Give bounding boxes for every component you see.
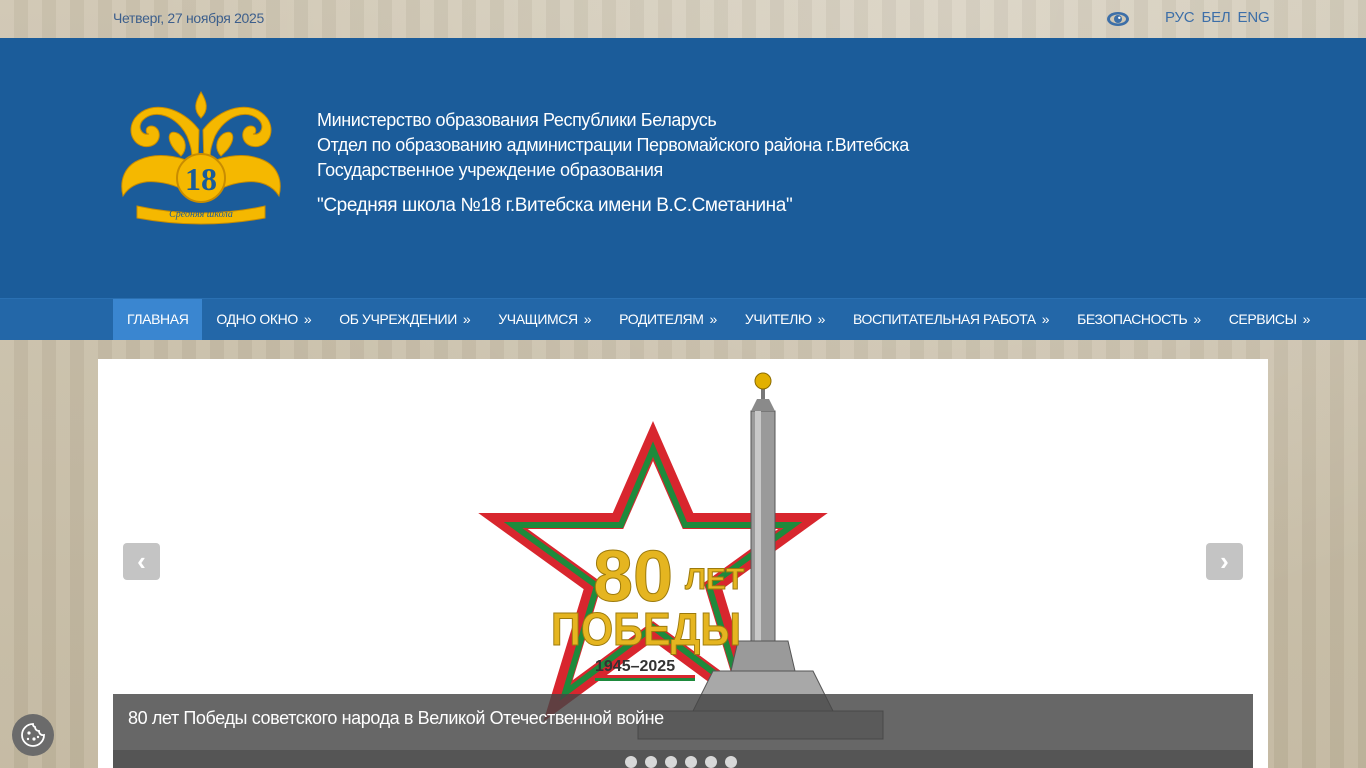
- slider-dot[interactable]: [625, 756, 637, 768]
- chevron-right-icon: »: [817, 311, 826, 327]
- slider-next-button[interactable]: ›: [1206, 543, 1243, 580]
- nav-label: УЧАЩИМСЯ: [498, 311, 578, 327]
- slider-pagination: [113, 750, 1253, 768]
- slide-caption-text: 80 лет Победы советского народа в Велико…: [128, 708, 664, 728]
- chevron-right-icon: »: [709, 311, 718, 327]
- lang-en-link[interactable]: ENG: [1238, 9, 1270, 26]
- nav-label: ОБ УЧРЕЖДЕНИИ: [339, 311, 457, 327]
- institution-type-title: Государственное учреждение образования: [317, 160, 663, 180]
- language-switcher: РУС БЕЛ ENG: [1165, 9, 1270, 26]
- site-header: 18 Средняя школа Министерство образовани…: [0, 38, 1366, 298]
- slide-word: ПОБЕДЫ: [551, 603, 741, 655]
- nav-item-one-window[interactable]: ОДНО ОКНО »: [202, 299, 325, 340]
- chevron-right-icon: ›: [1220, 546, 1229, 576]
- slider-dot[interactable]: [665, 756, 677, 768]
- slider-dot[interactable]: [685, 756, 697, 768]
- nav-label: БЕЗОПАСНОСТЬ: [1077, 311, 1188, 327]
- nav-label: РОДИТЕЛЯМ: [619, 311, 704, 327]
- nav-item-students[interactable]: УЧАЩИМСЯ »: [484, 299, 605, 340]
- lang-be-link[interactable]: БЕЛ: [1201, 9, 1230, 26]
- nav-item-teachers[interactable]: УЧИТЕЛЮ »: [731, 299, 839, 340]
- school-logo[interactable]: 18 Средняя школа: [117, 90, 285, 226]
- slide-years: 1945–2025: [595, 658, 675, 675]
- chevron-right-icon: »: [462, 311, 471, 327]
- nav-item-services[interactable]: СЕРВИСЫ »: [1215, 299, 1324, 340]
- nav-item-about[interactable]: ОБ УЧРЕЖДЕНИИ »: [325, 299, 484, 340]
- slide-caption[interactable]: 80 лет Победы советского народа в Велико…: [113, 694, 1253, 750]
- chevron-right-icon: »: [303, 311, 312, 327]
- main-navigation: ГЛАВНАЯ ОДНО ОКНО » ОБ УЧРЕЖДЕНИИ » УЧАЩИМ…: [0, 298, 1366, 340]
- news-slider: 80 ЛЕТ ПОБЕДЫ 1945–2025 ‹ › 80 лет Побед…: [98, 359, 1268, 768]
- nav-label: ГЛАВНАЯ: [127, 311, 189, 327]
- cookie-icon: [21, 723, 45, 747]
- eye-icon[interactable]: [1106, 9, 1130, 29]
- chevron-right-icon: »: [1193, 311, 1201, 327]
- nav-item-upbringing[interactable]: ВОСПИТАТЕЛЬНАЯ РАБОТА »: [839, 299, 1063, 340]
- school-name: "Средняя школа №18 г.Витебска имени В.С.…: [317, 195, 793, 216]
- nav-item-parents[interactable]: РОДИТЕЛЯМ »: [605, 299, 731, 340]
- header-titles: Министерство образования Республики Бела…: [317, 108, 909, 218]
- chevron-right-icon: »: [583, 311, 592, 327]
- nav-label: ОДНО ОКНО: [216, 311, 298, 327]
- current-date: Четверг, 27 ноября 2025: [113, 10, 265, 26]
- slider-dot[interactable]: [705, 756, 717, 768]
- department-title: Отдел по образованию администрации Перво…: [317, 135, 909, 155]
- logo-number: 18: [185, 161, 217, 197]
- nav-label: УЧИТЕЛЮ: [744, 311, 812, 327]
- nav-item-safety[interactable]: БЕЗОПАСНОСТЬ »: [1063, 299, 1215, 340]
- nav-item-home[interactable]: ГЛАВНАЯ: [113, 299, 203, 340]
- chevron-right-icon: »: [1041, 311, 1050, 327]
- logo-ribbon-text: Средняя школа: [169, 209, 233, 220]
- nav-label: СЕРВИСЫ: [1228, 311, 1297, 327]
- cookie-settings-button[interactable]: [12, 714, 54, 756]
- nav-label: ВОСПИТАТЕЛЬНАЯ РАБОТА: [853, 311, 1036, 327]
- slider-prev-button[interactable]: ‹: [123, 543, 160, 580]
- top-bar: Четверг, 27 ноября 2025 РУС БЕЛ ENG: [0, 0, 1366, 38]
- chevron-right-icon: »: [1302, 311, 1311, 327]
- chevron-left-icon: ‹: [137, 546, 146, 576]
- slider-dot[interactable]: [725, 756, 737, 768]
- lang-ru-link[interactable]: РУС: [1165, 9, 1195, 26]
- slide-small-word: ЛЕТ: [685, 563, 744, 596]
- slider-dot[interactable]: [645, 756, 657, 768]
- ministry-title: Министерство образования Республики Бела…: [317, 110, 717, 130]
